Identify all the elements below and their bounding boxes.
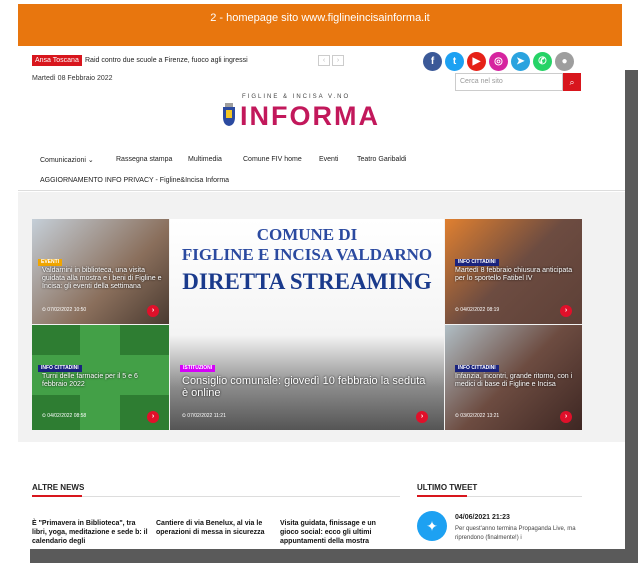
nav-privacy-link[interactable]: AGGIORNAMENTO INFO PRIVACY - Figline&Inc… xyxy=(40,177,229,184)
read-more-arrow-icon[interactable]: › xyxy=(560,411,572,423)
altre-news-heading: ALTRE NEWS xyxy=(32,483,85,492)
divider xyxy=(32,496,400,497)
tile-date: ⏲ 04/02/2022 08:19 xyxy=(455,307,500,313)
ticker-next-button[interactable]: › xyxy=(332,55,344,66)
whatsapp-icon[interactable]: ✆ xyxy=(533,52,552,71)
hero-tile[interactable]: COMUNE DI FIGLINE E INCISA VALDARNO DIRE… xyxy=(170,219,444,430)
tile-date: ⏲ 04/02/2022 08:58 xyxy=(42,413,87,419)
tile-date: ⏲ 07/02/2022 10:50 xyxy=(42,307,87,313)
ticker-headline[interactable]: Raid contro due scuole a Firenze, fuoco … xyxy=(85,55,248,66)
hero-date: ⏲ 07/02/2022 11:21 xyxy=(182,413,226,419)
search-button[interactable]: ⌕ xyxy=(563,73,581,91)
ticker-prev-button[interactable]: ‹ xyxy=(318,55,330,66)
search-input[interactable]: Cerca nel sito xyxy=(455,73,563,91)
website-screenshot: Ansa Toscana Raid contro due scuole a Fi… xyxy=(18,46,625,549)
news-tile[interactable]: INFO CITTADINI Infanzia, incontri, grand… xyxy=(445,325,582,430)
tile-title: Turni delle farmacie per il 5 e 6 febbra… xyxy=(42,373,138,388)
shadow-decoration xyxy=(30,549,638,563)
document-page: 2 - homepage sito www.figlineincisainfor… xyxy=(0,0,638,563)
telegram-icon[interactable]: ➤ xyxy=(511,52,530,71)
news-item[interactable]: È "Primavera in Biblioteca", tra libri, … xyxy=(32,519,148,546)
nav-item-comunicazioni[interactable]: Comunicazioni ⌄ xyxy=(40,156,94,164)
facebook-icon[interactable]: f xyxy=(423,52,442,71)
twitter-icon[interactable]: t xyxy=(445,52,464,71)
read-more-arrow-icon[interactable]: › xyxy=(560,305,572,317)
nav-item-multimedia[interactable]: Multimedia xyxy=(188,156,222,163)
nav-item-comune[interactable]: Comune FIV home xyxy=(243,156,302,163)
tile-date: ⏲ 03/02/2022 13:21 xyxy=(455,413,500,419)
caption-text: 2 - homepage sito www.figlineincisainfor… xyxy=(210,12,430,24)
nav-item-rassegna[interactable]: Rassegna stampa xyxy=(116,156,172,163)
news-tile[interactable]: INFO CITTADINI Martedì 8 febbraio chiusu… xyxy=(445,219,582,324)
news-item[interactable]: Visita guidata, finissage e un gioco soc… xyxy=(280,519,396,546)
news-item[interactable]: Cantiere di via Benelux, al via le opera… xyxy=(156,519,272,537)
youtube-icon[interactable]: ▶ xyxy=(467,52,486,71)
news-tile[interactable]: INFO CITTADINI Turni delle farmacie per … xyxy=(32,325,169,430)
tile-category: INFO CITTADINI xyxy=(38,365,82,372)
screenshot-caption: 2 - homepage sito www.figlineincisainfor… xyxy=(18,4,622,46)
news-tile[interactable]: EVENTI Valdarnini in biblioteca, una vis… xyxy=(32,219,169,324)
hero-line-1: COMUNE DI xyxy=(256,225,358,244)
shadow-decoration xyxy=(625,70,638,563)
heading-accent xyxy=(32,495,82,497)
top-bar: Ansa Toscana Raid contro due scuole a Fi… xyxy=(18,52,625,71)
divider xyxy=(18,190,625,191)
ticker-tag[interactable]: Ansa Toscana xyxy=(32,55,82,66)
instagram-icon[interactable]: ◎ xyxy=(489,52,508,71)
tweet-date: 04/06/2021 21:23 xyxy=(455,514,510,521)
nav-item-eventi[interactable]: Eventi xyxy=(319,156,338,163)
read-more-arrow-icon[interactable]: › xyxy=(416,411,428,423)
tile-category: INFO CITTADINI xyxy=(455,365,499,372)
ultimo-tweet-heading: ULTIMO TWEET xyxy=(417,483,478,492)
nav-item-teatro[interactable]: Teatro Garibaldi xyxy=(357,156,406,163)
twitter-bird-icon: ✦ xyxy=(417,511,447,541)
heading-accent xyxy=(417,495,467,497)
read-more-arrow-icon[interactable]: › xyxy=(147,411,159,423)
current-date: Martedì 08 Febbraio 2022 xyxy=(32,75,113,82)
tile-category: EVENTI xyxy=(38,259,63,266)
tile-category: INFO CITTADINI xyxy=(455,259,499,266)
read-more-arrow-icon[interactable]: › xyxy=(147,305,159,317)
municipal-crest-icon[interactable] xyxy=(221,103,237,127)
tile-title: Valdarnini in biblioteca, una visita gui… xyxy=(42,267,162,290)
tweet-text[interactable]: Per quest'anno termina Propaganda Live, … xyxy=(455,525,595,543)
hero-line-2: FIGLINE E INCISA VALDARNO xyxy=(181,245,433,264)
hero-line-3: DIRETTA STREAMING xyxy=(182,269,432,294)
tile-title: Martedì 8 febbraio chiusura anticipata p… xyxy=(455,267,573,282)
hero-title: Consiglio comunale: giovedì 10 febbraio … xyxy=(182,375,426,399)
logo-subtitle: FIGLINE & INCISA V.NO xyxy=(242,94,351,100)
app-icon[interactable]: ● xyxy=(555,52,574,71)
tile-title: Infanzia, incontri, grande ritorno, con … xyxy=(455,373,573,388)
hero-category: ISTITUZIONI xyxy=(180,365,216,372)
site-logo[interactable]: INFORMA xyxy=(240,101,380,132)
